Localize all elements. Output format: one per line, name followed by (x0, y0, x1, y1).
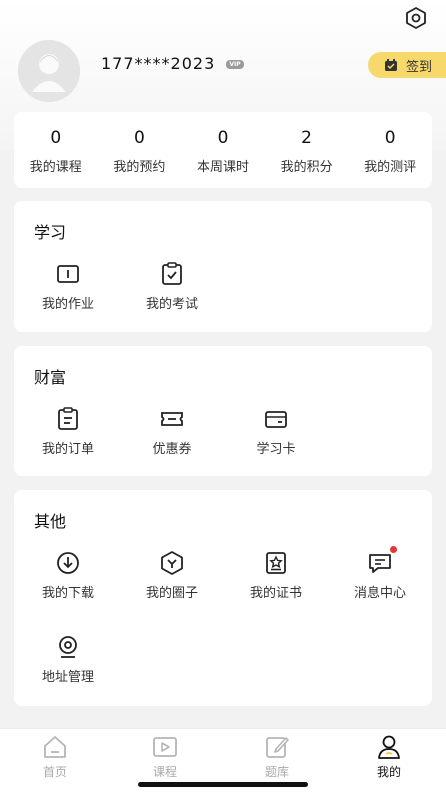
circle-icon (159, 550, 185, 576)
menu-item-study-card[interactable]: 学习卡 (224, 406, 328, 457)
menu-item-downloads[interactable]: 我的下载 (16, 550, 120, 601)
stats-card: 0 我的课程 0 我的预约 0 本周课时 2 我的积分 0 我的测评 (14, 112, 432, 188)
avatar[interactable] (18, 40, 80, 102)
menu-item-label: 学习卡 (256, 442, 296, 457)
stat-my-assessments[interactable]: 0 我的测评 (348, 112, 432, 188)
default-avatar-icon (18, 40, 80, 102)
clipboard-check-icon (159, 261, 185, 287)
stat-label: 本周课时 (196, 160, 249, 175)
stat-value: 0 (217, 128, 229, 148)
download-icon (55, 550, 81, 576)
section-title-other: 其他 (34, 512, 67, 531)
study-section: 学习 我的作业 我的考试 (14, 201, 432, 332)
unread-dot (390, 546, 397, 553)
menu-item-label: 优惠券 (152, 442, 192, 457)
menu-item-exams[interactable]: 我的考试 (120, 261, 224, 312)
other-section: 其他 我的下载 我的圈子 我的证书 消息中心 地址管理 (14, 490, 432, 706)
stat-value: 0 (384, 128, 396, 148)
stat-value: 0 (50, 128, 62, 148)
stat-label: 我的积分 (280, 160, 333, 175)
stat-value: 0 (133, 128, 145, 148)
stat-my-appointments[interactable]: 0 我的预约 (98, 112, 182, 188)
stat-weekly-hours[interactable]: 0 本周课时 (181, 112, 265, 188)
menu-item-homework[interactable]: 我的作业 (16, 261, 120, 312)
profile-header: 177****2023 VIP 签到 (0, 38, 446, 102)
tab-home[interactable]: 首页 (20, 733, 90, 780)
tab-question-bank[interactable]: 题库 (242, 733, 312, 780)
card-icon (263, 406, 289, 432)
menu-item-circles[interactable]: 我的圈子 (120, 550, 224, 601)
menu-item-orders[interactable]: 我的订单 (16, 406, 120, 457)
stat-value: 2 (301, 128, 312, 148)
message-icon (367, 546, 397, 576)
menu-item-address[interactable]: 地址管理 (16, 634, 120, 685)
play-icon (151, 733, 179, 761)
menu-item-label: 我的圈子 (145, 586, 198, 601)
coupon-icon (159, 406, 185, 432)
menu-item-certificates[interactable]: 我的证书 (224, 550, 328, 601)
calendar-icon (385, 59, 397, 71)
stat-my-courses[interactable]: 0 我的课程 (14, 112, 98, 188)
user-phone: 177****2023 (101, 54, 216, 73)
order-icon (55, 406, 81, 432)
tab-label: 题库 (264, 765, 289, 779)
menu-item-label: 我的下载 (41, 586, 94, 601)
section-title-study: 学习 (34, 223, 67, 242)
vip-badge: VIP (226, 60, 244, 69)
tab-courses[interactable]: 课程 (130, 733, 200, 780)
stat-label: 我的测评 (364, 160, 417, 175)
menu-item-label: 我的订单 (41, 442, 94, 457)
checkin-label: 签到 (406, 59, 433, 75)
section-title-wealth: 财富 (34, 368, 67, 387)
user-icon (375, 733, 403, 761)
menu-item-coupons[interactable]: 优惠券 (120, 406, 224, 457)
tab-label: 我的 (376, 765, 401, 779)
menu-item-label: 消息中心 (353, 586, 406, 601)
settings-icon[interactable] (404, 6, 428, 30)
location-icon (55, 634, 81, 660)
menu-item-label: 我的证书 (249, 586, 302, 601)
menu-item-label: 我的考试 (145, 297, 198, 312)
book-icon (55, 261, 81, 287)
edit-icon (263, 733, 291, 761)
checkin-button[interactable]: 签到 (368, 52, 446, 78)
tab-label: 课程 (152, 765, 177, 779)
menu-item-label: 我的作业 (41, 297, 94, 312)
home-icon (41, 733, 69, 761)
certificate-icon (263, 550, 289, 576)
wealth-section: 财富 我的订单 优惠券 学习卡 (14, 346, 432, 476)
menu-item-label: 地址管理 (41, 670, 94, 685)
stat-label: 我的课程 (29, 160, 82, 175)
home-indicator (138, 782, 308, 787)
menu-item-messages[interactable]: 消息中心 (328, 546, 432, 601)
stat-my-points[interactable]: 2 我的积分 (265, 112, 349, 188)
tab-label: 首页 (42, 765, 67, 779)
stat-label: 我的预约 (113, 160, 166, 175)
tab-mine[interactable]: 我的 (354, 733, 424, 780)
